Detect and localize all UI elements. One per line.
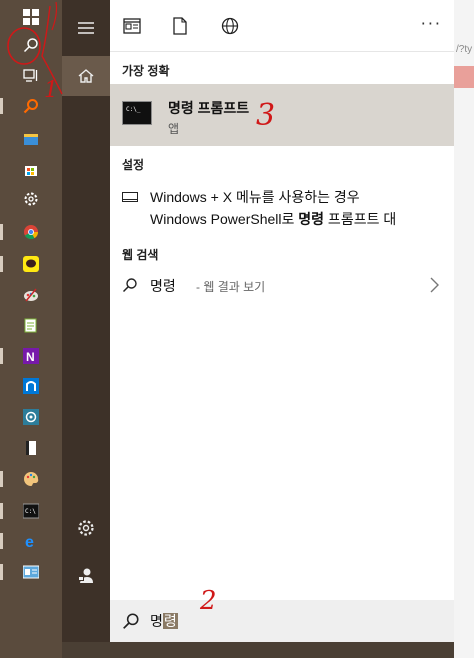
background-url-fragment: /?ty xyxy=(456,44,473,55)
search-icon xyxy=(122,278,137,293)
settings-line-2-prefix: Windows PowerShell로 xyxy=(150,211,299,227)
globe-icon xyxy=(221,17,239,35)
running-indicator xyxy=(0,256,3,272)
taskbar-app-control-panel[interactable] xyxy=(0,557,62,587)
gear-icon xyxy=(78,520,94,536)
web-search-item[interactable]: 명령 - 웹 결과 보기 xyxy=(122,274,442,298)
settings-gear-icon xyxy=(24,192,38,206)
running-indicator xyxy=(0,533,3,549)
taskbar-app-notepad[interactable] xyxy=(0,310,62,340)
taskbar-app-settings[interactable] xyxy=(0,184,62,214)
best-match-title: 명령 프롬프트 xyxy=(168,100,250,116)
settings-result-text: Windows + X 메뉴를 사용하는 경우 Windows PowerShe… xyxy=(150,186,396,230)
best-match-item[interactable]: C:\_ 명령 프롬프트 앱 xyxy=(110,84,454,146)
paint-icon xyxy=(24,288,38,302)
search-input[interactable]: 명령 xyxy=(150,611,178,631)
settings-line-2-bold: 명령 xyxy=(298,211,325,227)
filter-bar: ··· xyxy=(110,0,454,52)
web-search-query: 명령 xyxy=(150,278,176,294)
tab-web[interactable] xyxy=(218,14,242,38)
notepad-icon xyxy=(24,318,37,333)
settings-line-2: Windows PowerShell로 명령 프롬프트 대 xyxy=(150,208,396,230)
settings-line-1: Windows + X 메뉴를 사용하는 경우 xyxy=(150,189,360,205)
web-search-heading: 웹 검색 xyxy=(122,248,159,262)
background-thumbnail xyxy=(454,66,474,88)
annotation-number-1: 1 xyxy=(44,78,58,103)
search-composing-char: 령 xyxy=(162,613,178,629)
settings-result-item[interactable]: Windows + X 메뉴를 사용하는 경우 Windows PowerShe… xyxy=(122,186,442,232)
svg-text:e: e xyxy=(25,534,34,549)
running-indicator xyxy=(0,224,3,240)
taskbar-app-edge[interactable]: e xyxy=(0,526,62,556)
settings-button[interactable] xyxy=(62,508,110,548)
annotation-number-3: 3 xyxy=(256,98,276,133)
chevron-right-icon xyxy=(430,277,439,293)
store-icon xyxy=(25,166,37,176)
home-icon xyxy=(78,69,94,83)
running-indicator xyxy=(0,348,3,364)
settings-heading: 설정 xyxy=(122,158,145,172)
taskbar-app-book[interactable] xyxy=(0,433,62,463)
user-button[interactable] xyxy=(62,556,110,596)
apps-window-icon xyxy=(123,18,141,34)
taskbar-app-kakaotalk[interactable] xyxy=(0,249,62,279)
web-search-hint: - 웹 결과 보기 xyxy=(196,280,266,294)
tab-apps[interactable] xyxy=(120,14,144,38)
search-icon xyxy=(123,613,139,629)
svg-text:C:\: C:\ xyxy=(25,508,36,515)
home-button[interactable] xyxy=(62,56,110,96)
user-icon xyxy=(78,568,93,583)
taskbar-app-store[interactable] xyxy=(0,154,62,184)
running-indicator xyxy=(0,564,3,580)
command-prompt-icon: C:\ xyxy=(23,503,39,519)
taskbar-app-circle[interactable] xyxy=(0,402,62,432)
taskbar-app-cmd[interactable]: C:\ xyxy=(0,496,62,526)
search-app-icon xyxy=(23,99,38,114)
paint-palette-icon xyxy=(24,472,39,486)
file-explorer-icon xyxy=(24,134,38,145)
document-icon xyxy=(173,17,187,35)
running-indicator xyxy=(0,471,3,487)
menu-button[interactable] xyxy=(62,8,110,48)
taskbar-app-n[interactable] xyxy=(0,371,62,401)
taskbar-app-paint[interactable] xyxy=(0,280,62,310)
kakaotalk-icon xyxy=(23,256,39,272)
running-indicator xyxy=(0,98,3,114)
start-rail xyxy=(62,0,110,642)
search-results-panel: ··· 가장 정확 C:\_ 명령 프롬프트 앱 설정 Windows + X … xyxy=(110,0,454,642)
settings-line-2-suffix: 프롬프트 대 xyxy=(324,211,397,227)
onenote-icon: N xyxy=(23,348,39,364)
search-box[interactable]: 명령 xyxy=(110,600,454,642)
annotation-number-2: 2 xyxy=(200,586,217,616)
best-match-heading: 가장 정확 xyxy=(122,64,170,78)
taskbar-app-chrome[interactable] xyxy=(0,217,62,247)
tab-documents[interactable] xyxy=(168,14,192,38)
taskbar-settings-icon xyxy=(122,192,138,202)
app-n-icon xyxy=(23,378,39,394)
app-book-icon xyxy=(26,441,36,455)
taskbar-app-explorer[interactable] xyxy=(0,124,62,154)
running-indicator xyxy=(0,503,3,519)
svg-text:N: N xyxy=(26,350,35,364)
taskbar-app-onenote[interactable]: N xyxy=(0,341,62,371)
control-panel-icon xyxy=(23,565,39,579)
taskbar-app-palette[interactable] xyxy=(0,464,62,494)
background-window: /?ty xyxy=(454,0,474,658)
chrome-icon xyxy=(24,225,39,240)
app-circle-icon xyxy=(23,409,39,425)
search-typed-text: 명 xyxy=(150,613,163,629)
best-match-subtitle: 앱 xyxy=(168,122,180,136)
command-prompt-icon: C:\_ xyxy=(122,101,152,125)
hamburger-menu-icon xyxy=(78,22,94,34)
more-options-button[interactable]: ··· xyxy=(421,14,442,33)
edge-icon: e xyxy=(25,534,34,549)
